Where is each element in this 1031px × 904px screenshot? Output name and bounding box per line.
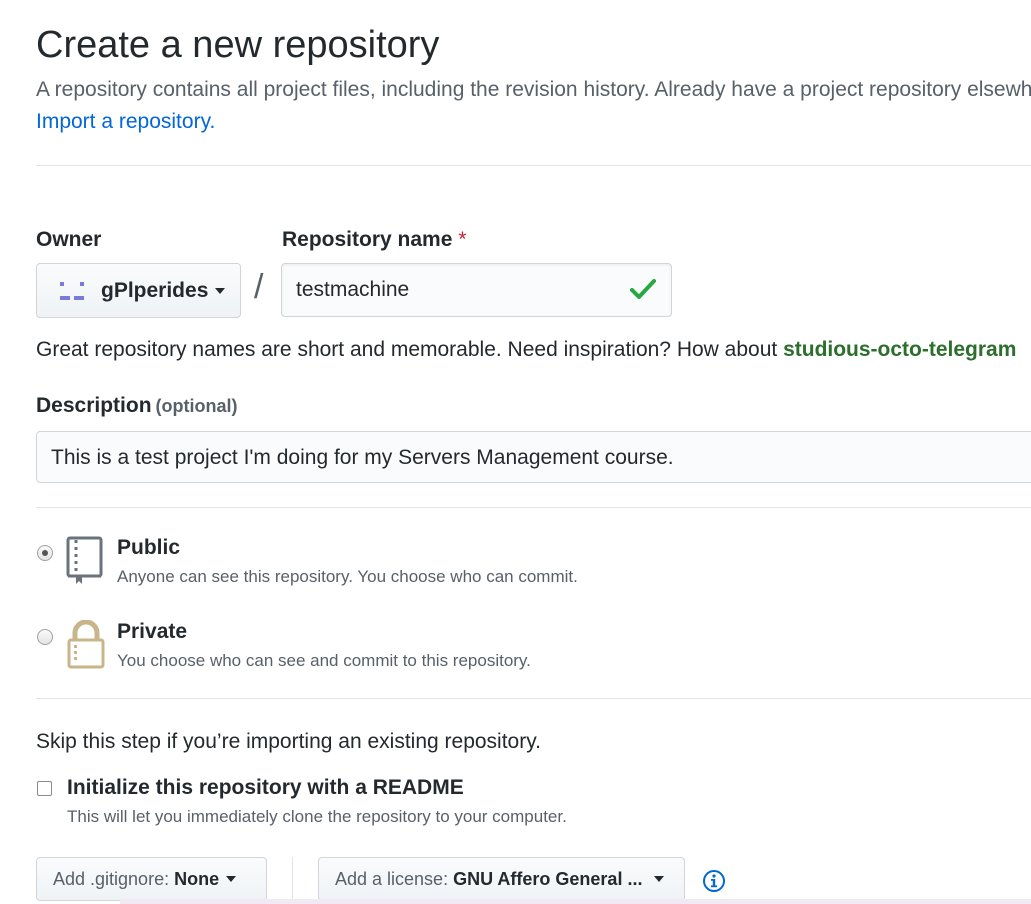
section-divider-2	[36, 698, 1031, 699]
page-title: Create a new repository	[36, 24, 440, 66]
owner-label: Owner	[36, 228, 102, 251]
required-mark: *	[458, 228, 467, 251]
lock-icon	[67, 620, 105, 669]
page-subtitle: A repository contains all project files,…	[36, 78, 1031, 101]
public-title: Public	[117, 536, 181, 559]
check-icon	[630, 279, 656, 299]
private-title: Private	[117, 620, 188, 643]
private-radio[interactable]	[37, 629, 53, 645]
gitignore-prefix: Add .gitignore:	[53, 868, 170, 889]
public-radio[interactable]	[37, 545, 53, 561]
init-readme-checkbox[interactable]	[37, 781, 52, 796]
header-divider	[36, 165, 1031, 166]
name-hint-text: Great repository names are short and mem…	[36, 338, 784, 361]
description-label: Description (optional)	[36, 394, 238, 418]
owner-name: gPlperides	[101, 278, 209, 302]
name-suggestion-link[interactable]: studious-octo-telegram	[783, 338, 1016, 361]
owner-repo-separator: /	[254, 268, 264, 306]
owner-select-button[interactable]: gPlperides	[36, 263, 241, 318]
optional-tag: (optional)	[155, 396, 238, 416]
init-readme-label[interactable]: Initialize this repository with a README	[67, 776, 464, 800]
chevron-down-icon	[215, 287, 226, 294]
repo-book-icon	[66, 536, 103, 584]
bottom-edge-strip	[120, 899, 1031, 904]
public-description: Anyone can see this repository. You choo…	[117, 567, 578, 586]
repository-name-input[interactable]: testmachine	[281, 263, 672, 317]
init-readme-description: This will let you immediately clone the …	[67, 807, 567, 826]
skip-step-text: Skip this step if you’re importing an ex…	[36, 730, 542, 753]
private-description: You choose who can see and commit to thi…	[117, 651, 531, 670]
select-divider	[292, 857, 293, 901]
license-value: GNU Affero General ...	[453, 868, 643, 889]
section-divider-1	[36, 507, 1031, 508]
chevron-down-icon	[226, 876, 237, 882]
repository-name-label-text: Repository name	[282, 228, 453, 251]
description-label-text: Description	[36, 394, 152, 417]
import-repository-link[interactable]: Import a repository.	[36, 110, 215, 134]
description-input[interactable]: This is a test project I'm doing for my …	[36, 431, 1031, 483]
info-icon[interactable]	[702, 869, 726, 893]
license-prefix: Add a license:	[335, 868, 449, 889]
new-repository-page: Create a new repository A repository con…	[0, 0, 1031, 904]
avatar	[57, 276, 87, 306]
gitignore-select-button[interactable]: Add .gitignore: None	[36, 857, 267, 901]
chevron-down-icon	[654, 876, 665, 882]
gitignore-value: None	[174, 868, 220, 889]
name-hint: Great repository names are short and mem…	[36, 338, 1016, 362]
license-select-button[interactable]: Add a license: GNU Affero General ...	[318, 857, 685, 901]
repository-name-label: Repository name *	[282, 228, 467, 252]
